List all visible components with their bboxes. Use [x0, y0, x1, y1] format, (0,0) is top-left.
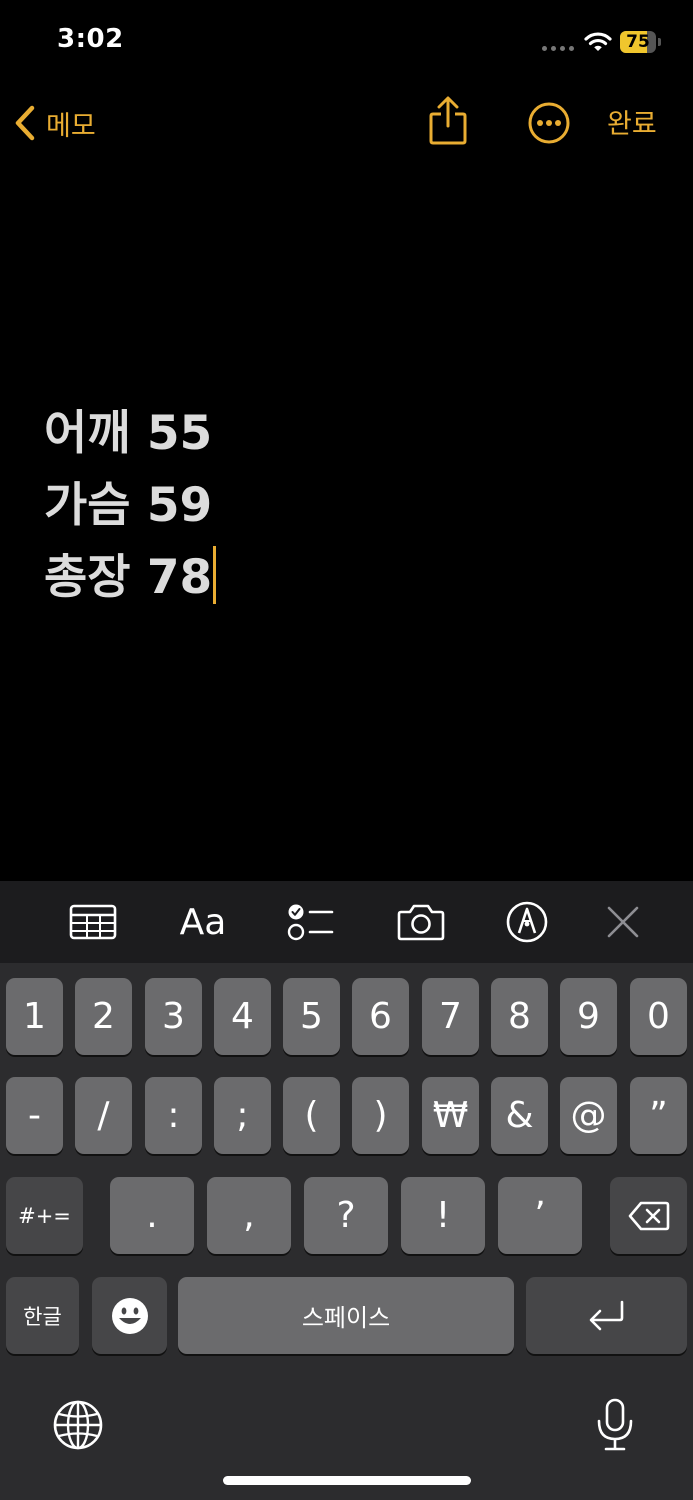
table-icon	[69, 904, 117, 940]
key-won[interactable]: ₩	[422, 1077, 479, 1154]
key-1[interactable]: 1	[6, 978, 63, 1055]
key-hyphen[interactable]: -	[6, 1077, 63, 1154]
key-more-symbols[interactable]: #+=	[6, 1177, 83, 1254]
return-icon	[589, 1300, 623, 1330]
space-key[interactable]: 스페이스	[178, 1277, 514, 1354]
note-line-text: 총장 78	[44, 550, 213, 605]
status-time: 3:02	[57, 24, 124, 54]
key-apostrophe[interactable]: ’	[498, 1177, 582, 1254]
format-toolbar: Aa	[0, 881, 693, 963]
key-2[interactable]: 2	[75, 978, 132, 1055]
home-indicator[interactable]	[223, 1476, 471, 1485]
camera-button[interactable]	[394, 881, 448, 963]
key-open-paren[interactable]: (	[283, 1077, 340, 1154]
markup-pen-icon	[506, 901, 548, 943]
checklist-button[interactable]	[285, 881, 335, 963]
key-quote[interactable]: ”	[630, 1077, 687, 1154]
close-toolbar-button[interactable]	[602, 881, 644, 963]
key-0[interactable]: 0	[630, 978, 687, 1055]
key-ampersand[interactable]: &	[491, 1077, 548, 1154]
key-6[interactable]: 6	[352, 978, 409, 1055]
cellular-signal-icon	[542, 46, 576, 52]
key-8[interactable]: 8	[491, 978, 548, 1055]
back-label: 메모	[46, 110, 96, 142]
markup-button[interactable]	[503, 881, 551, 963]
key-9[interactable]: 9	[560, 978, 617, 1055]
battery-percent: 75	[626, 32, 650, 52]
globe-button[interactable]	[52, 1399, 104, 1455]
key-7[interactable]: 7	[422, 978, 479, 1055]
note-line: 가슴 59	[44, 478, 213, 533]
emoji-key[interactable]	[92, 1277, 167, 1354]
key-question[interactable]: ?	[304, 1177, 388, 1254]
note-editor[interactable]: 어깨 55 가슴 59 총장 78	[44, 398, 217, 614]
chevron-left-icon	[15, 105, 35, 141]
key-comma[interactable]: ,	[207, 1177, 291, 1254]
globe-icon	[53, 1400, 103, 1450]
battery-icon: 75	[620, 31, 662, 53]
backspace-icon	[628, 1201, 669, 1230]
keyboard: 1 2 3 4 5 6 7 8 9 0 - / : ; ( ) ₩ & @ ” …	[0, 963, 693, 1500]
key-period[interactable]: .	[110, 1177, 194, 1254]
table-button[interactable]	[66, 881, 120, 963]
more-options-icon	[528, 102, 570, 144]
more-button[interactable]	[527, 101, 571, 149]
wifi-icon	[584, 31, 612, 57]
camera-icon	[397, 904, 445, 941]
key-5[interactable]: 5	[283, 978, 340, 1055]
key-3[interactable]: 3	[145, 978, 202, 1055]
checklist-icon	[287, 904, 334, 941]
note-line-last: 총장 78	[44, 542, 217, 614]
share-icon	[429, 96, 467, 145]
key-4[interactable]: 4	[214, 978, 271, 1055]
note-line: 어깨 55	[44, 406, 213, 461]
emoji-icon	[111, 1297, 148, 1334]
back-button[interactable]: 메모	[14, 98, 96, 148]
delete-key[interactable]	[610, 1177, 687, 1254]
done-button[interactable]: 완료	[607, 102, 657, 141]
format-text-button[interactable]: Aa	[170, 881, 236, 963]
dictation-button[interactable]	[595, 1397, 635, 1457]
share-button[interactable]	[427, 96, 469, 150]
key-korean-mode[interactable]: 한글	[6, 1277, 79, 1354]
return-key[interactable]	[526, 1277, 687, 1354]
key-exclamation[interactable]: !	[401, 1177, 485, 1254]
key-colon[interactable]: :	[145, 1077, 202, 1154]
close-icon	[607, 906, 639, 938]
microphone-icon	[597, 1398, 633, 1451]
key-slash[interactable]: /	[75, 1077, 132, 1154]
key-at[interactable]: @	[560, 1077, 617, 1154]
text-caret	[213, 545, 217, 604]
key-close-paren[interactable]: )	[352, 1077, 409, 1154]
key-semicolon[interactable]: ;	[214, 1077, 271, 1154]
